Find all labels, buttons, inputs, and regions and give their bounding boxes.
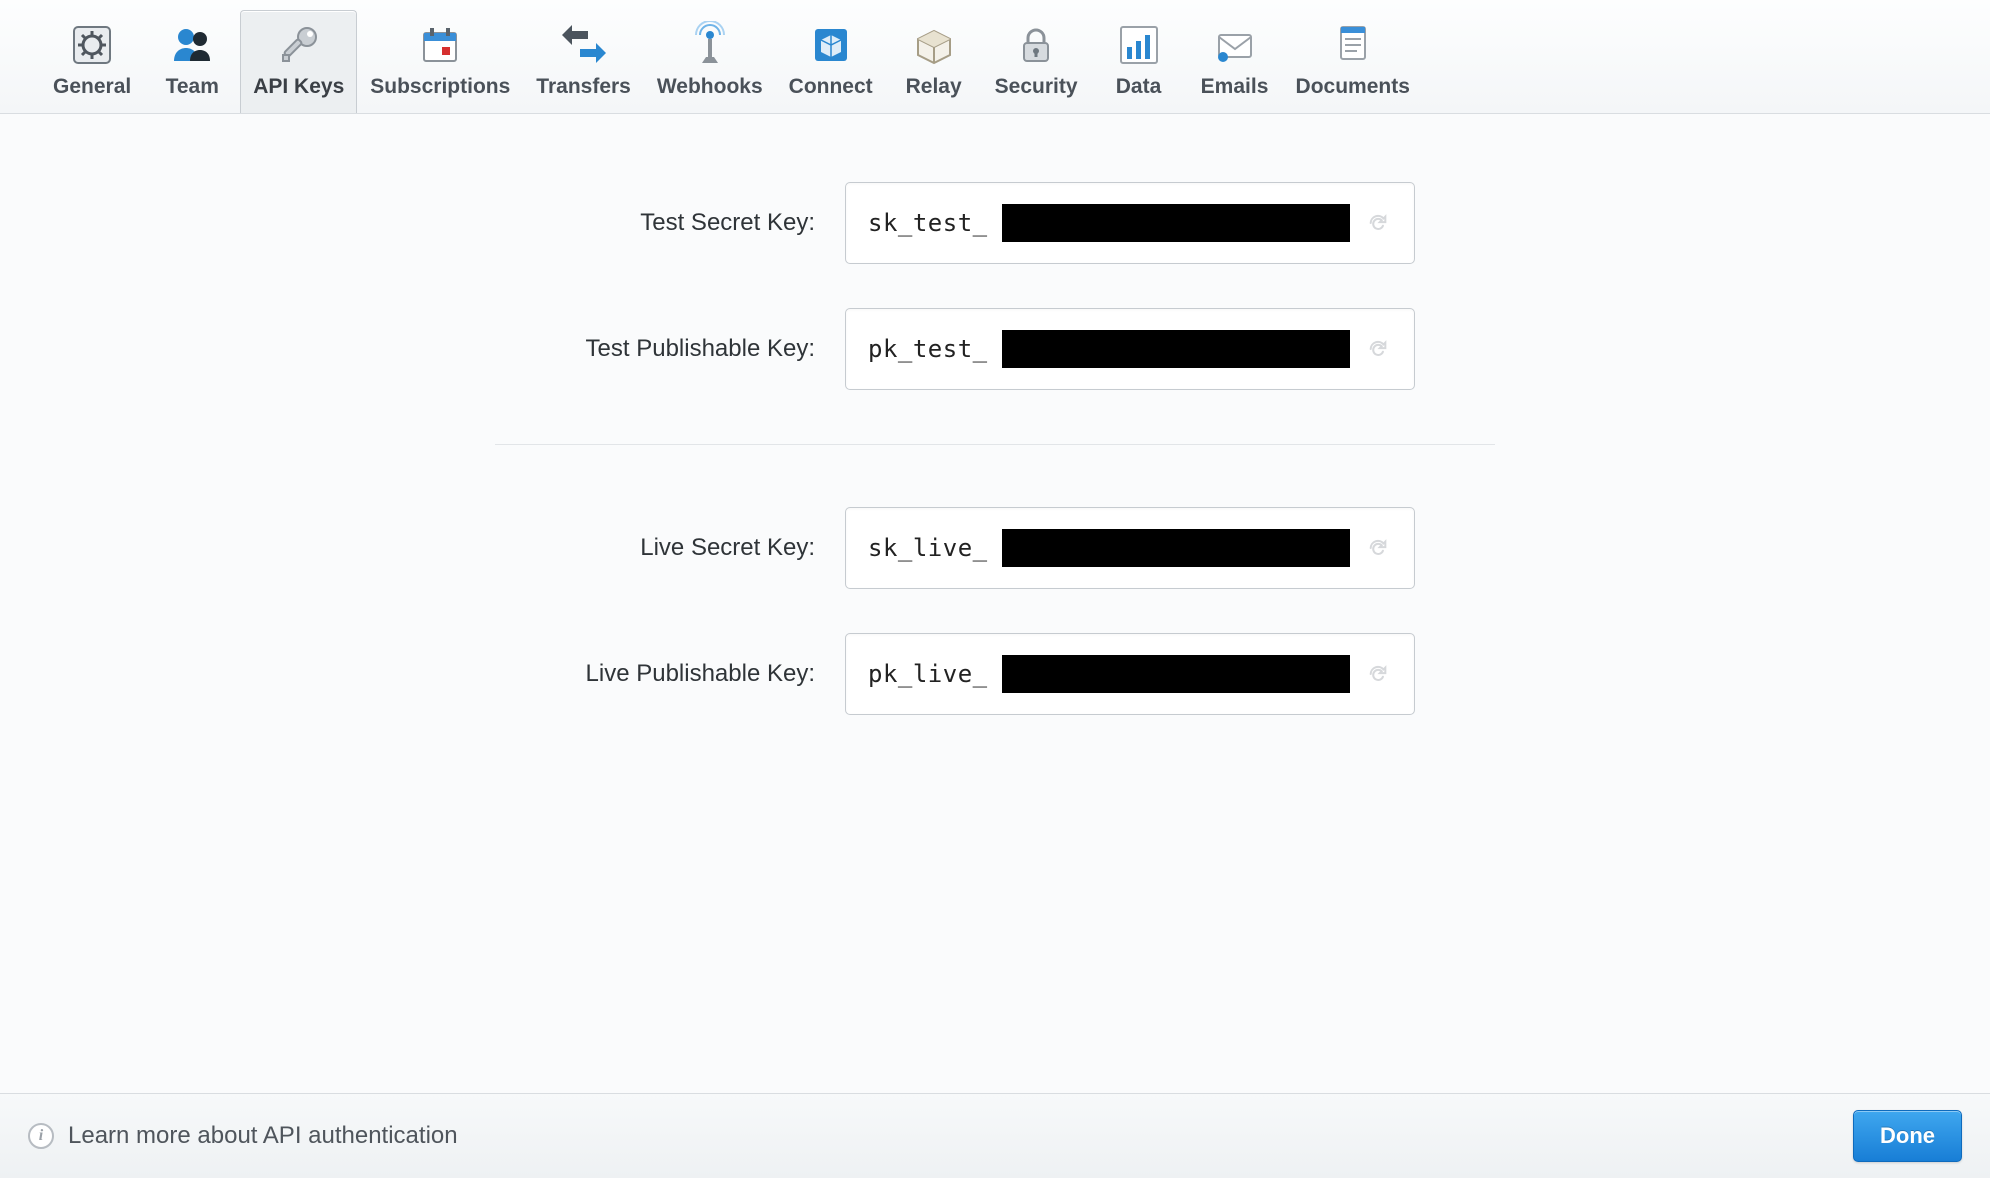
tab-data[interactable]: Data (1091, 10, 1187, 113)
info-icon: i (28, 1123, 54, 1149)
key-prefix: sk_test_ (868, 209, 988, 237)
done-button[interactable]: Done (1853, 1110, 1962, 1162)
tab-label: General (53, 75, 131, 99)
key-redacted (1002, 330, 1350, 368)
key-redacted (1002, 204, 1350, 242)
box-icon (910, 21, 958, 69)
key-field-live-secret[interactable]: sk_live_ (845, 507, 1415, 589)
key-prefix: pk_test_ (868, 335, 988, 363)
team-icon (168, 21, 216, 69)
transfers-icon (560, 21, 608, 69)
test-keys-group: Test Secret Key: sk_test_ Test Publishable… (495, 154, 1495, 418)
key-row-live-secret: Live Secret Key: sk_live_ (495, 507, 1495, 589)
tab-security[interactable]: Security (982, 10, 1091, 113)
key-prefix: sk_live_ (868, 534, 988, 562)
calendar-icon (416, 21, 464, 69)
tab-webhooks[interactable]: Webhooks (644, 10, 776, 113)
tab-label: Team (166, 75, 219, 99)
tab-label: Relay (906, 75, 962, 99)
cube-icon (807, 21, 855, 69)
live-keys-group: Live Secret Key: sk_live_ Live Publishable… (495, 479, 1495, 743)
key-field-test-publishable[interactable]: pk_test_ (845, 308, 1415, 390)
envelope-icon (1211, 21, 1259, 69)
tab-label: Webhooks (657, 75, 763, 99)
tab-transfers[interactable]: Transfers (523, 10, 644, 113)
antenna-icon (686, 21, 734, 69)
tab-relay[interactable]: Relay (886, 10, 982, 113)
key-label: Live Publishable Key: (495, 660, 815, 688)
key-redacted (1002, 655, 1350, 693)
refresh-icon[interactable] (1364, 335, 1392, 363)
group-divider (495, 444, 1495, 445)
tab-apikeys[interactable]: API Keys (240, 10, 357, 113)
dialog-footer: i Learn more about API authentication Do… (0, 1093, 1990, 1178)
key-icon (275, 21, 323, 69)
key-field-live-publishable[interactable]: pk_live_ (845, 633, 1415, 715)
tab-emails[interactable]: Emails (1187, 10, 1283, 113)
key-field-test-secret[interactable]: sk_test_ (845, 182, 1415, 264)
key-label: Test Secret Key: (495, 209, 815, 237)
tab-subscriptions[interactable]: Subscriptions (357, 10, 523, 113)
tab-general[interactable]: General (40, 10, 144, 113)
tab-label: Connect (789, 75, 873, 99)
key-redacted (1002, 529, 1350, 567)
tab-team[interactable]: Team (144, 10, 240, 113)
key-label: Live Secret Key: (495, 534, 815, 562)
tab-label: Subscriptions (370, 75, 510, 99)
tab-label: API Keys (253, 75, 344, 99)
tab-label: Emails (1201, 75, 1269, 99)
key-prefix: pk_live_ (868, 660, 988, 688)
tab-documents[interactable]: Documents (1283, 10, 1423, 113)
api-keys-panel: Test Secret Key: sk_test_ Test Publishable… (0, 114, 1990, 1093)
key-row-test-secret: Test Secret Key: sk_test_ (495, 182, 1495, 264)
chart-icon (1115, 21, 1163, 69)
tab-label: Documents (1296, 75, 1410, 99)
refresh-icon[interactable] (1364, 209, 1392, 237)
document-icon (1329, 21, 1377, 69)
tab-label: Security (995, 75, 1078, 99)
settings-toolbar: General Team API Keys Subscriptions Transfer… (0, 0, 1990, 114)
gear-icon (68, 21, 116, 69)
learn-more-link[interactable]: i Learn more about API authentication (28, 1122, 458, 1150)
refresh-icon[interactable] (1364, 660, 1392, 688)
refresh-icon[interactable] (1364, 534, 1392, 562)
key-row-live-publishable: Live Publishable Key: pk_live_ (495, 633, 1495, 715)
lock-icon (1012, 21, 1060, 69)
tab-connect[interactable]: Connect (776, 10, 886, 113)
learn-more-text: Learn more about API authentication (68, 1122, 458, 1150)
tab-label: Data (1116, 75, 1162, 99)
tab-label: Transfers (536, 75, 631, 99)
key-label: Test Publishable Key: (495, 335, 815, 363)
key-row-test-publishable: Test Publishable Key: pk_test_ (495, 308, 1495, 390)
